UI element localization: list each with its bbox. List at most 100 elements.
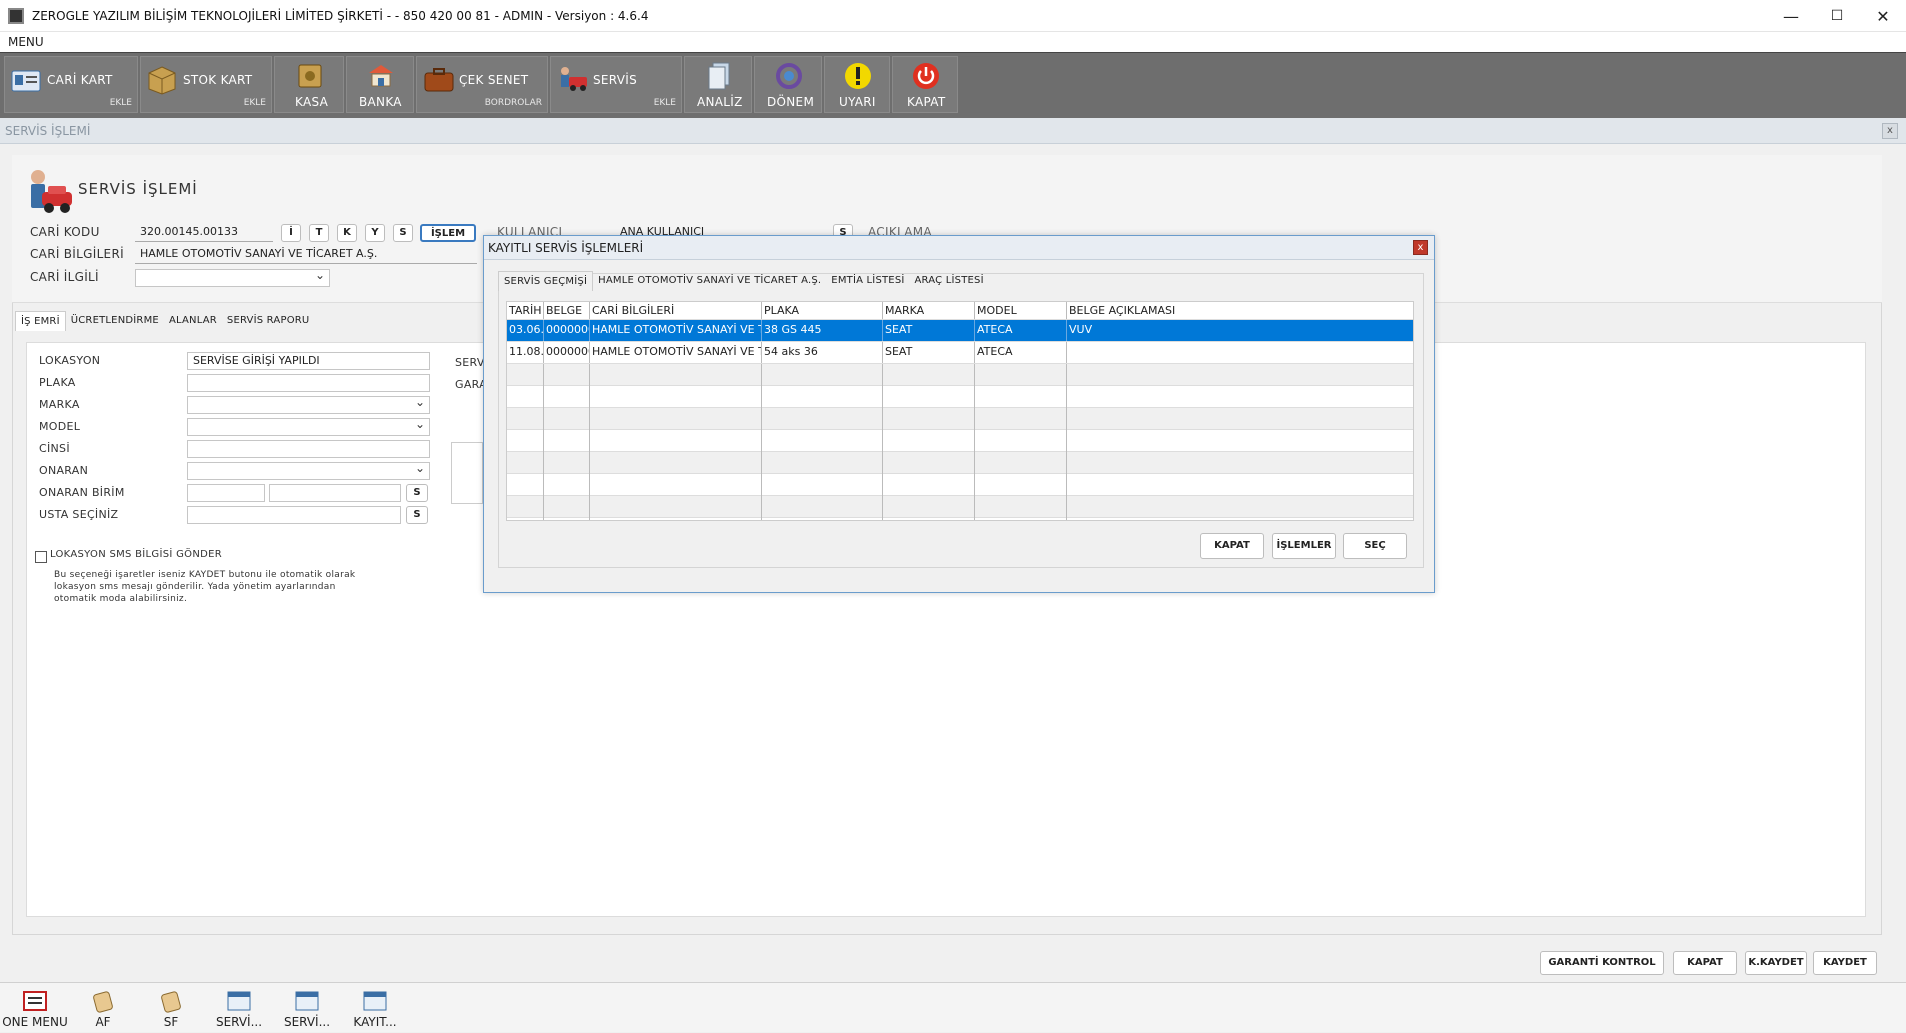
onaran-birim-field-2[interactable] [269, 484, 401, 502]
cell-belge: 0000000002 [544, 320, 590, 341]
empty-row [507, 386, 1413, 408]
bank-icon [369, 65, 393, 87]
col-model[interactable]: MODEL [975, 302, 1067, 319]
kapat-app-button[interactable]: KAPAT [892, 56, 958, 113]
task-one-menu[interactable]: ONE MENU [0, 983, 70, 1033]
tab-ucretlendirme[interactable]: ÜCRETLENDİRME [66, 311, 164, 331]
child-window-title: SERVİS İŞLEMİ [5, 124, 91, 138]
cari-kart-button[interactable]: CARİ KART EKLE [4, 56, 138, 113]
uyari-button[interactable]: UYARI [824, 56, 890, 113]
kasa-label: KASA [295, 95, 329, 109]
donem-label: DÖNEM [767, 95, 815, 109]
onaran-birim-field-1[interactable] [187, 484, 265, 502]
col-belge-aciklamasi[interactable]: BELGE AÇIKLAMASI [1067, 302, 1413, 319]
tab-servis-gecmisi[interactable]: SERVİS GEÇMİŞİ [498, 271, 594, 291]
cell-cari: HAMLE OTOMOTİV SANAYİ VE TİCARET A.Ş. [590, 320, 762, 341]
btn-t[interactable]: T [309, 224, 329, 242]
tab-cari[interactable]: HAMLE OTOMOTİV SANAYİ VE TİCARET A.Ş. [593, 271, 826, 291]
minimize-button[interactable]: — [1768, 0, 1814, 32]
task-servis-1[interactable]: SERVİ... [204, 983, 274, 1033]
marka-label: MARKA [39, 398, 80, 411]
servis-button[interactable]: SERVİS EKLE [550, 56, 682, 113]
marka-select[interactable] [187, 396, 430, 414]
cell-plaka: 38 GS 445 [762, 320, 883, 341]
stok-kart-button[interactable]: STOK KART EKLE [140, 56, 272, 113]
cari-bilgileri-field[interactable]: HAMLE OTOMOTİV SANAYİ VE TİCARET A.Ş. [135, 246, 477, 264]
cycle-icon [776, 63, 802, 89]
usta-select-button[interactable]: S [406, 506, 428, 524]
empty-row [507, 474, 1413, 496]
table-row[interactable]: 11.08.2025 0000000003 HAMLE OTOMOTİV SAN… [507, 342, 1413, 364]
close-window-button[interactable]: ✕ [1860, 0, 1906, 32]
task-label: ONE MENU [2, 1015, 68, 1029]
kaydet-button[interactable]: KAYDET [1813, 951, 1877, 975]
onaran-label: ONARAN [39, 464, 89, 477]
plaka-field[interactable] [187, 374, 430, 392]
menu-item[interactable]: MENU [8, 35, 44, 49]
col-tarih[interactable]: TARİH [507, 302, 544, 319]
grid-column-line [761, 364, 762, 520]
task-af[interactable]: AF [68, 983, 138, 1033]
col-plaka[interactable]: PLAKA [762, 302, 883, 319]
btn-y[interactable]: Y [365, 224, 385, 242]
cell-cari: HAMLE OTOMOTİV SANAYİ VE TİCARET A.Ş. [590, 342, 762, 363]
mechanic-car-icon [561, 67, 587, 91]
dialog-islemler-button[interactable]: İŞLEMLER [1272, 533, 1336, 559]
grid-column-line [543, 364, 544, 520]
analiz-button[interactable]: ANALİZ [684, 56, 752, 113]
tab-arac-listesi[interactable]: ARAÇ LİSTESİ [910, 271, 989, 291]
maximize-button[interactable]: ☐ [1814, 0, 1860, 32]
grid-header-row: TARİH BELGE CARİ BİLGİLERİ PLAKA MARKA M… [507, 302, 1413, 320]
tab-is-emri[interactable]: İŞ EMRİ [15, 311, 66, 331]
page-title: SERVİS İŞLEMİ [78, 180, 198, 198]
cari-bilgileri-label: CARİ BİLGİLERİ [30, 247, 124, 261]
dialog-sec-button[interactable]: SEÇ [1343, 533, 1407, 559]
banka-button[interactable]: BANKA [346, 56, 414, 113]
donem-button[interactable]: DÖNEM [754, 56, 822, 113]
cek-senet-button[interactable]: ÇEK SENET BORDROLAR [416, 56, 548, 113]
cek-senet-sub: BORDROLAR [484, 98, 542, 108]
tab-servis-raporu[interactable]: SERVİS RAPORU [222, 311, 315, 331]
kasa-button[interactable]: KASA [274, 56, 344, 113]
child-window-close-button[interactable]: x [1882, 123, 1898, 139]
usta-label: USTA SEÇİNİZ [39, 508, 119, 521]
dialog-close-button[interactable]: x [1413, 240, 1428, 255]
cari-ilgili-select[interactable] [135, 269, 330, 287]
mechanic-logo-icon [31, 170, 72, 213]
task-servis-2[interactable]: SERVİ... [272, 983, 342, 1033]
garanti-kontrol-button[interactable]: GARANTİ KONTROL [1540, 951, 1664, 975]
islem-button[interactable]: İŞLEM [420, 224, 476, 242]
cari-kart-label: CARİ KART [47, 73, 113, 87]
cek-senet-label: ÇEK SENET [459, 73, 529, 87]
task-kayitli[interactable]: KAYIT... [340, 983, 410, 1033]
task-sf[interactable]: SF [136, 983, 206, 1033]
btn-s[interactable]: S [393, 224, 413, 242]
kapat-app-label: KAPAT [907, 95, 946, 109]
sms-checkbox[interactable] [35, 551, 47, 563]
tab-emtia-listesi[interactable]: EMTİA LİSTESİ [826, 271, 909, 291]
col-marka[interactable]: MARKA [883, 302, 975, 319]
sms-note-1: Bu seçeneği işaretler iseniz KAYDET buto… [54, 570, 356, 580]
lokasyon-field[interactable]: SERVİSE GİRİŞİ YAPILDI [187, 352, 430, 370]
cell-belge: 0000000003 [544, 342, 590, 363]
dialog-kapat-button[interactable]: KAPAT [1200, 533, 1264, 559]
col-belge[interactable]: BELGE [544, 302, 590, 319]
cell-plaka: 54 aks 36 [762, 342, 883, 363]
btn-k[interactable]: K [337, 224, 357, 242]
btn-i[interactable]: İ [281, 224, 301, 242]
empty-row [507, 430, 1413, 452]
onaran-birim-select-button[interactable]: S [406, 484, 428, 502]
table-row[interactable]: 03.06.2025 0000000002 HAMLE OTOMOTİV SAN… [507, 320, 1413, 342]
cinsi-field[interactable] [187, 440, 430, 458]
usta-field[interactable] [187, 506, 401, 524]
k-kaydet-button[interactable]: K.KAYDET [1745, 951, 1807, 975]
sms-note-2: lokasyon sms mesajı gönderilir. Yada yön… [54, 582, 336, 592]
tab-alanlar[interactable]: ALANLAR [164, 311, 222, 331]
col-cari-bilgileri[interactable]: CARİ BİLGİLERİ [590, 302, 762, 319]
kapat-button[interactable]: KAPAT [1673, 951, 1737, 975]
menu-bar: MENU [0, 32, 1906, 52]
grid-column-line [882, 364, 883, 520]
onaran-select[interactable] [187, 462, 430, 480]
model-select[interactable] [187, 418, 430, 436]
cari-kodu-field[interactable]: 320.00145.00133 [135, 224, 273, 242]
